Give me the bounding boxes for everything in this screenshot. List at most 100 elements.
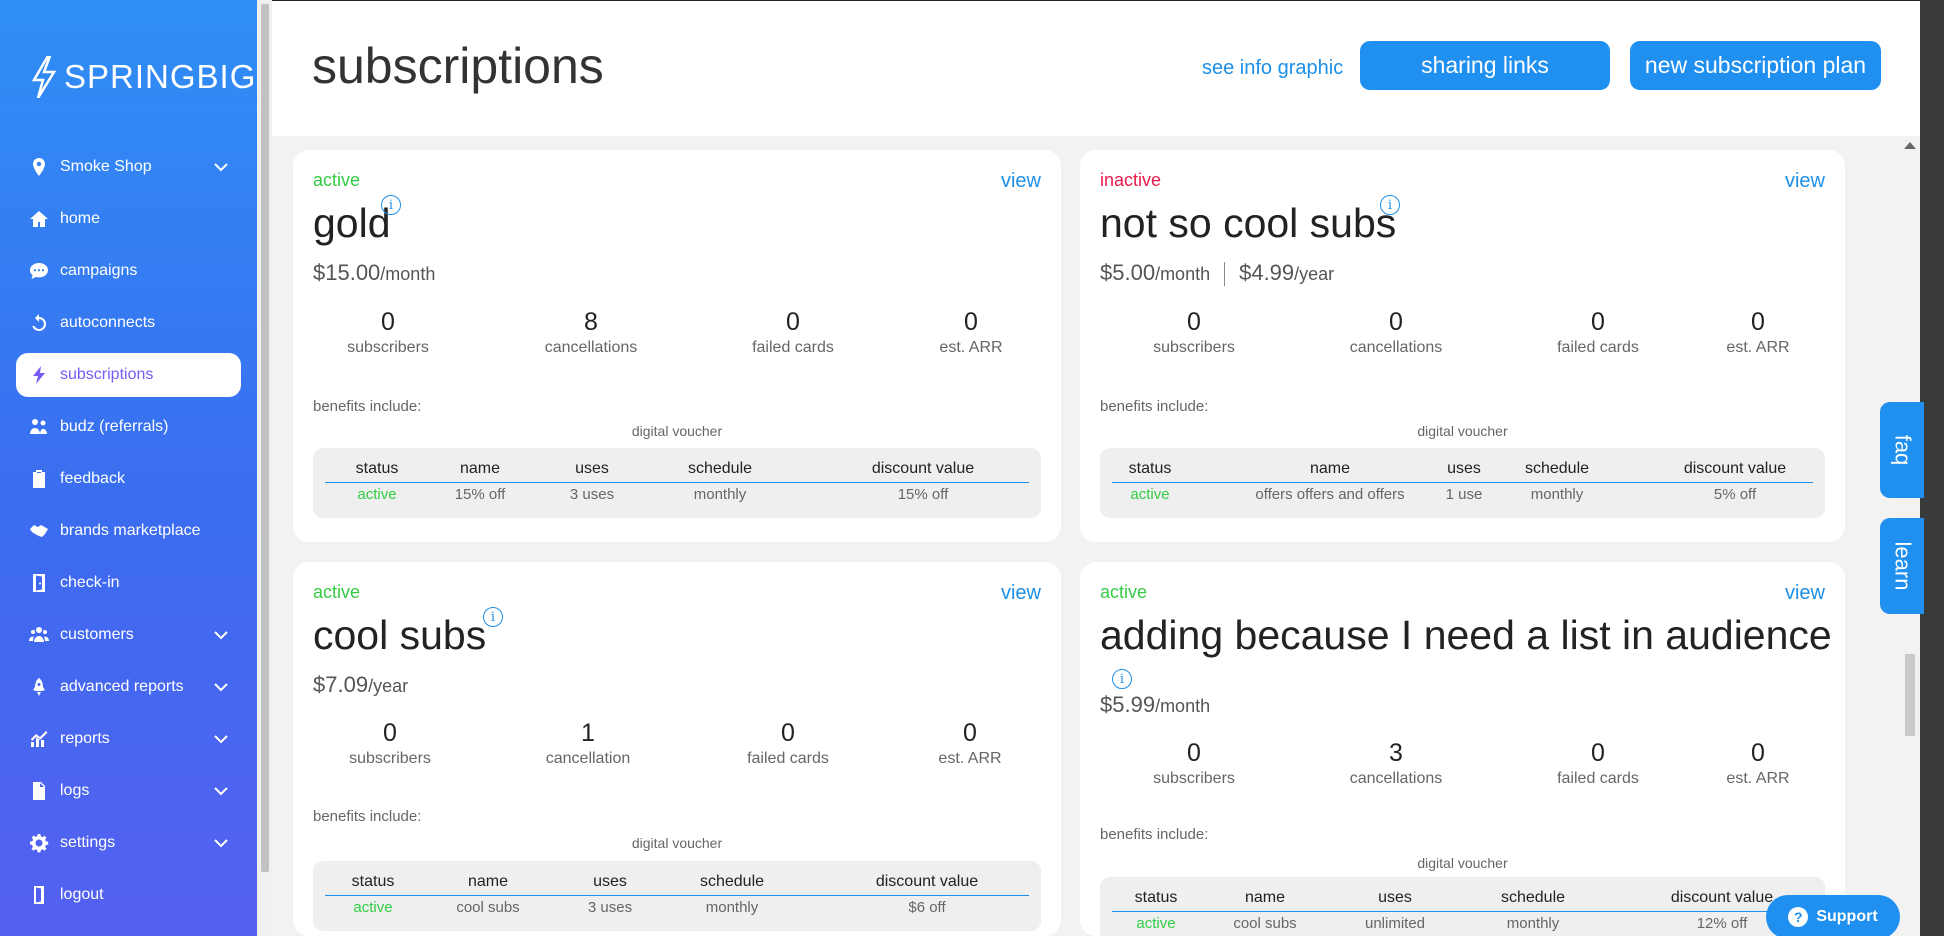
view-plan-link[interactable]: view — [1001, 582, 1041, 605]
chevron-down-icon[interactable] — [213, 159, 229, 175]
view-plan-link[interactable]: view — [1785, 582, 1825, 605]
subscription-card: active view adding because I need a list i… — [1080, 562, 1845, 936]
handshake-icon — [28, 520, 50, 542]
info-icon[interactable]: i — [381, 195, 401, 215]
chevron-down-icon[interactable] — [213, 679, 229, 695]
springbig-logo[interactable]: SPRINGBIG — [30, 56, 256, 98]
price-amount: $15.00 — [313, 260, 381, 285]
stat-est-arr: 0 est. ARR — [1726, 308, 1789, 357]
cell-discount-value: 12% off — [1696, 915, 1748, 932]
new-subscription-plan-button[interactable]: new subscription plan — [1630, 41, 1881, 90]
chevron-down-icon[interactable] — [213, 731, 229, 747]
stat-label: cancellations — [544, 339, 638, 356]
sidebar-item-campaigns[interactable]: campaigns — [16, 249, 241, 293]
chevron-down-icon[interactable] — [213, 835, 229, 851]
learn-tab[interactable]: learn — [1880, 518, 1924, 614]
content-scrollbar-thumb[interactable] — [1905, 654, 1915, 736]
plan-status: inactive — [1100, 170, 1162, 190]
benefit-type: digital voucher — [631, 423, 723, 439]
faq-tab[interactable]: faq — [1880, 402, 1924, 498]
table-row[interactable]: active 15% off 3 uses monthly 15% off — [325, 486, 1029, 506]
stat-label: cancellations — [1349, 770, 1443, 787]
info-icon[interactable]: i — [1112, 669, 1132, 689]
sidebar-item-label: customers — [60, 626, 134, 643]
logo-text: SPRINGBIG — [64, 58, 257, 95]
sidebar-item-home[interactable]: home — [16, 197, 241, 241]
scroll-up-arrow-icon[interactable] — [1904, 142, 1916, 149]
stat-value: 0 — [964, 308, 978, 336]
cell-status: active — [1136, 915, 1176, 932]
sidebar-item-autoconnects[interactable]: autoconnects — [16, 301, 241, 345]
benefits-label: benefits include: — [1100, 398, 1209, 415]
home-icon — [28, 208, 50, 230]
column-header-schedule: schedule — [699, 873, 765, 890]
stat-est-arr: 0 est. ARR — [938, 719, 1001, 768]
table-row[interactable]: active offers offers and offers 1 use month… — [1112, 486, 1813, 506]
sidebar-item-brands-marketplace[interactable]: brands marketplace — [16, 509, 241, 553]
view-plan-link[interactable]: view — [1001, 170, 1041, 193]
column-header-uses: uses — [1447, 460, 1481, 477]
sidebar-item-budz-referrals[interactable]: budz (referrals) — [16, 405, 241, 449]
benefit-type: digital voucher — [1417, 855, 1508, 871]
stat-label: est. ARR — [1726, 339, 1790, 356]
plan-name: gold — [313, 200, 391, 246]
chat-bubble-icon — [28, 260, 50, 282]
stat-value: 0 — [1591, 739, 1605, 767]
support-button[interactable]: ? Support — [1766, 895, 1900, 936]
chevron-down-icon[interactable] — [213, 627, 229, 643]
sidebar-item-label: settings — [60, 834, 116, 851]
column-header-status: status — [355, 460, 399, 477]
column-header-schedule: schedule — [1524, 460, 1590, 477]
benefits-label: benefits include: — [313, 398, 422, 415]
sidebar-item-advanced-reports[interactable]: advanced reports — [16, 665, 241, 709]
sidebar-item-label: logs — [60, 782, 90, 799]
sidebar-item-customers[interactable]: customers — [16, 613, 241, 657]
sidebar-item-reports[interactable]: reports — [16, 717, 241, 761]
sidebar-item-label: advanced reports — [60, 678, 184, 695]
stat-value: 0 — [1389, 308, 1403, 336]
plan-status: active — [313, 170, 361, 190]
sidebar-item-smoke-shop[interactable]: Smoke Shop — [16, 145, 241, 189]
sidebar-scrollbar[interactable] — [257, 0, 272, 936]
stat-label: subscribers — [1153, 770, 1235, 787]
sidebar-item-subscriptions[interactable]: subscriptions — [16, 353, 241, 397]
price-amount: $5.99 — [1100, 692, 1156, 717]
sidebar-item-logs[interactable]: logs — [16, 769, 241, 813]
benefit-type: digital voucher — [1417, 423, 1508, 439]
logout-icon — [28, 884, 50, 906]
sidebar-item-logout[interactable]: logout — [16, 873, 241, 917]
table-row[interactable]: active cool subs 3 uses monthly $6 off — [325, 899, 1029, 919]
cell-name: offers offers and offers — [1255, 486, 1405, 503]
sidebar-item-check-in[interactable]: check-in — [16, 561, 241, 605]
sidebar-item-feedback[interactable]: feedback — [16, 457, 241, 501]
see-info-graphic-link[interactable]: see info graphic — [1202, 57, 1343, 80]
column-header-discount-value: discount value — [1683, 460, 1787, 477]
price-period: /year — [1294, 264, 1335, 284]
chevron-down-icon[interactable] — [213, 783, 229, 799]
info-icon[interactable]: i — [483, 607, 503, 627]
rocket-icon — [28, 676, 50, 698]
sidebar-item-label: subscriptions — [60, 366, 154, 383]
subscription-card: inactive view not so cool subs i $5.00/month… — [1080, 150, 1845, 542]
benefits-table: status name uses schedule discount value acti… — [313, 448, 1041, 518]
info-icon[interactable]: i — [1380, 195, 1400, 215]
chart-icon — [28, 728, 50, 750]
plan-name: not so cool subs — [1100, 200, 1397, 246]
stat-value: 0 — [1591, 308, 1605, 336]
column-header-uses: uses — [593, 873, 627, 890]
stat-value: 0 — [781, 719, 795, 747]
stat-value: 0 — [1751, 739, 1765, 767]
sidebar-scrollbar-thumb[interactable] — [261, 4, 269, 872]
table-row[interactable]: active cool subs unlimited monthly 12% off — [1112, 915, 1813, 935]
cell-schedule: monthly — [1506, 915, 1560, 932]
sidebar-item-label: autoconnects — [60, 314, 156, 331]
sharing-links-button[interactable]: sharing links — [1360, 41, 1610, 90]
stat-label: cancellation — [545, 750, 631, 767]
view-plan-link[interactable]: view — [1785, 170, 1825, 193]
sidebar-item-settings[interactable]: settings — [16, 821, 241, 865]
stat-subscribers: 0 subscribers — [347, 308, 429, 357]
cell-uses: 3 uses — [587, 899, 633, 916]
cell-status: active — [357, 486, 397, 503]
stat-label: failed cards — [1557, 770, 1639, 787]
column-header-name: name — [1244, 889, 1286, 906]
